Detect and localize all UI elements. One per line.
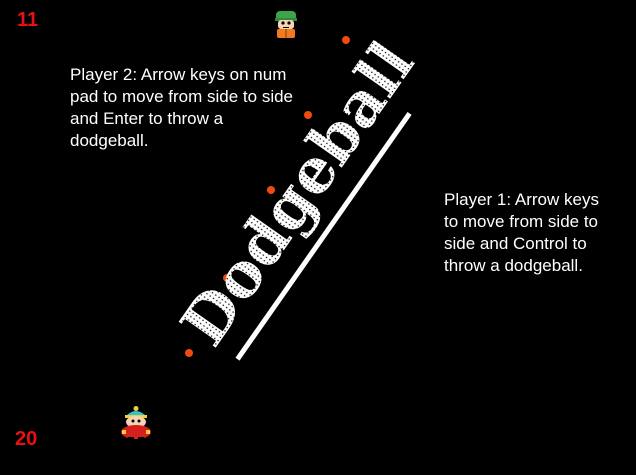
game-title: Dodgeball bbox=[166, 28, 428, 358]
game-stage[interactable]: 11 20 Player 2: Arrow keys on num pad to… bbox=[0, 0, 636, 475]
title-logo: Dodgeball bbox=[166, 28, 428, 361]
